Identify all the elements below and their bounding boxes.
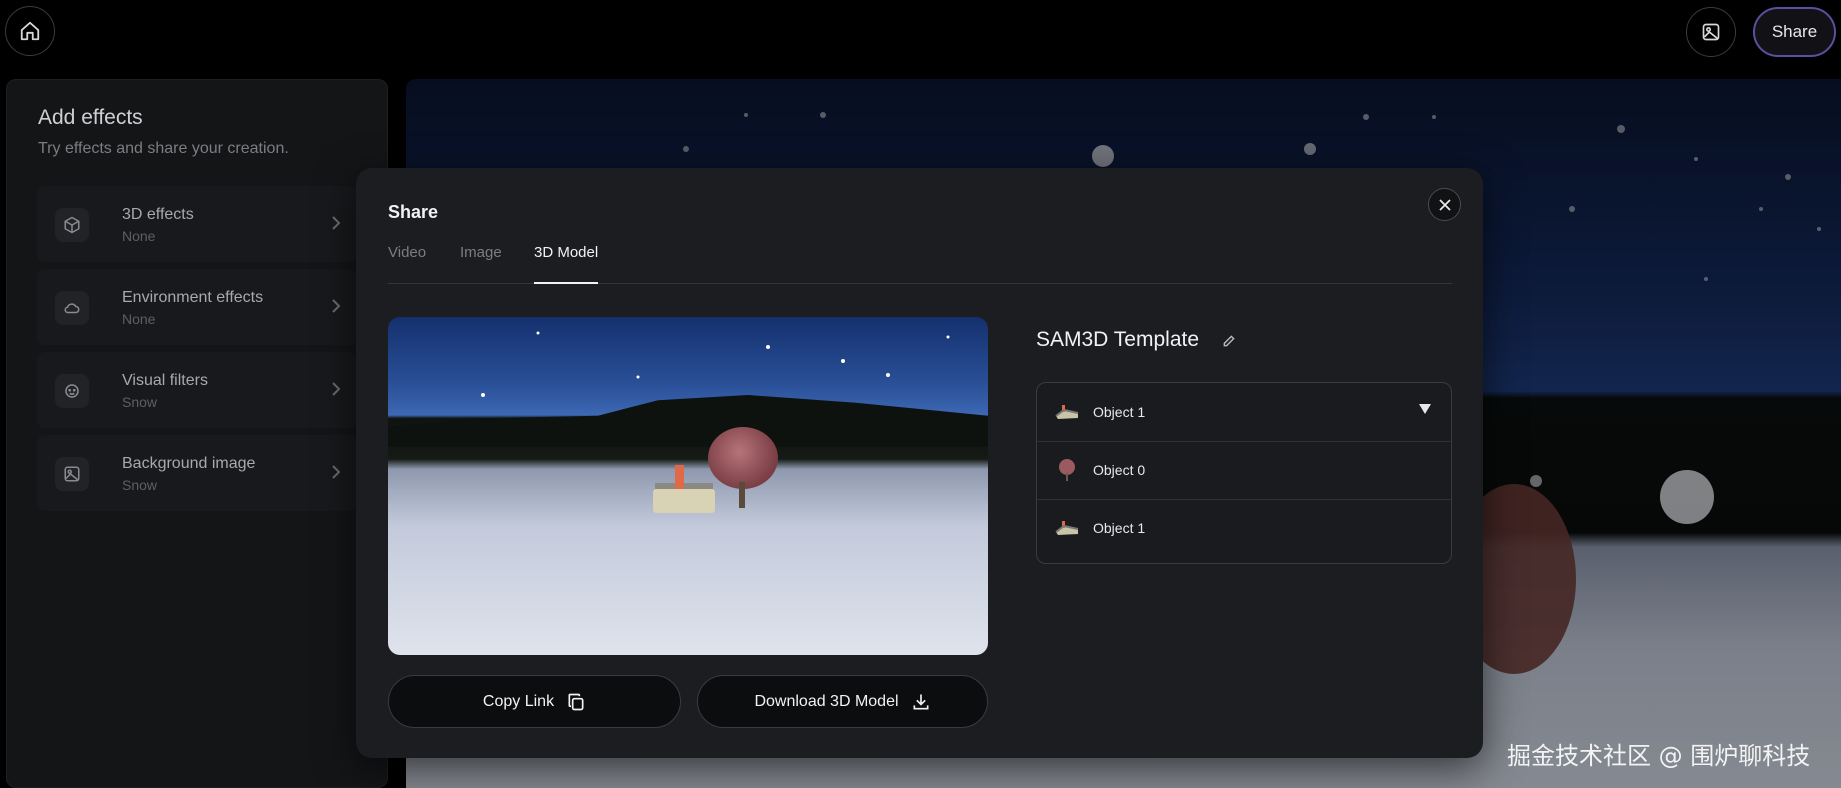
modal-title: Share	[388, 202, 439, 222]
effect-value: Snow	[122, 394, 158, 410]
model-preview[interactable]	[388, 317, 988, 655]
effect-value: None	[122, 311, 156, 327]
tab-video[interactable]: Video	[388, 244, 426, 284]
effect-item-3d-effects[interactable]: 3D effects None	[37, 186, 357, 262]
tree-thumbnail-icon	[1053, 456, 1081, 484]
effects-subtitle: Try effects and share your creation.	[38, 140, 289, 157]
dropdown-option-label: Object 0	[1093, 462, 1146, 478]
preview-stars	[481, 331, 950, 431]
effect-item-visual-filters[interactable]: Visual filters Snow	[37, 352, 357, 428]
pencil-icon[interactable]	[1222, 334, 1236, 348]
preview-chimney	[675, 465, 684, 489]
model-name: SAM3D Template	[1036, 328, 1200, 351]
share-modal: Share Video Image 3D Model SAM3D Templat…	[356, 168, 1483, 758]
download-3d-model-button[interactable]: Download 3D Model	[697, 675, 988, 728]
effect-value: Snow	[122, 477, 158, 493]
cloud-icon	[55, 291, 89, 325]
chevron-right-icon	[332, 465, 341, 479]
home-button[interactable]	[5, 6, 55, 56]
effect-label: Visual filters	[122, 372, 208, 389]
effects-title: Add effects	[38, 106, 143, 129]
effect-item-background-image[interactable]: Background image Snow	[37, 435, 357, 511]
sparkle-face-icon	[55, 374, 89, 408]
effect-label: Environment effects	[122, 289, 264, 306]
dropdown-option-label: Object 1	[1093, 520, 1146, 536]
copy-icon	[568, 693, 584, 710]
dropdown-option-object-0[interactable]: Object 0	[1037, 441, 1451, 498]
house-thumbnail-icon	[1053, 514, 1081, 542]
preview-house	[653, 489, 715, 513]
tab-image[interactable]: Image	[460, 244, 502, 284]
chevron-right-icon	[332, 382, 341, 396]
chevron-right-icon	[332, 216, 341, 230]
effects-panel: Add effects Try effects and share your c…	[6, 79, 388, 788]
effect-value: None	[122, 228, 156, 244]
preview-trunk	[739, 482, 745, 508]
watermark: 掘金技术社区 @ 围炉聊科技	[1507, 742, 1811, 770]
copy-link-label: Copy Link	[482, 692, 555, 710]
gallery-button[interactable]	[1686, 7, 1736, 57]
share-button[interactable]: Share	[1753, 7, 1836, 57]
tab-3d-model[interactable]: 3D Model	[534, 244, 599, 284]
dropdown-selected-label: Object 1	[1093, 403, 1146, 420]
preview-tree	[708, 427, 778, 489]
effect-item-environment-effects[interactable]: Environment effects None	[37, 269, 357, 345]
download-icon	[913, 694, 929, 709]
house-thumbnail-icon	[1053, 398, 1081, 426]
home-icon	[20, 21, 40, 41]
dropdown-selected[interactable]: Object 1	[1037, 383, 1451, 440]
cube-icon	[55, 208, 89, 242]
object-dropdown[interactable]: Object 1 Object 0 Object 1	[1036, 382, 1452, 564]
image-icon	[1702, 23, 1720, 41]
chevron-right-icon	[332, 299, 341, 313]
share-tabs: Video Image 3D Model	[388, 244, 1452, 284]
dropdown-option-object-1[interactable]: Object 1	[1037, 499, 1451, 556]
triangle-down-icon	[1419, 404, 1431, 414]
image-icon	[55, 457, 89, 491]
close-icon	[1438, 198, 1451, 211]
effect-label: 3D effects	[122, 206, 194, 223]
download-label: Download 3D Model	[754, 692, 899, 710]
effect-label: Background image	[122, 455, 256, 472]
close-button[interactable]	[1428, 188, 1461, 221]
copy-link-button[interactable]: Copy Link	[388, 675, 681, 728]
